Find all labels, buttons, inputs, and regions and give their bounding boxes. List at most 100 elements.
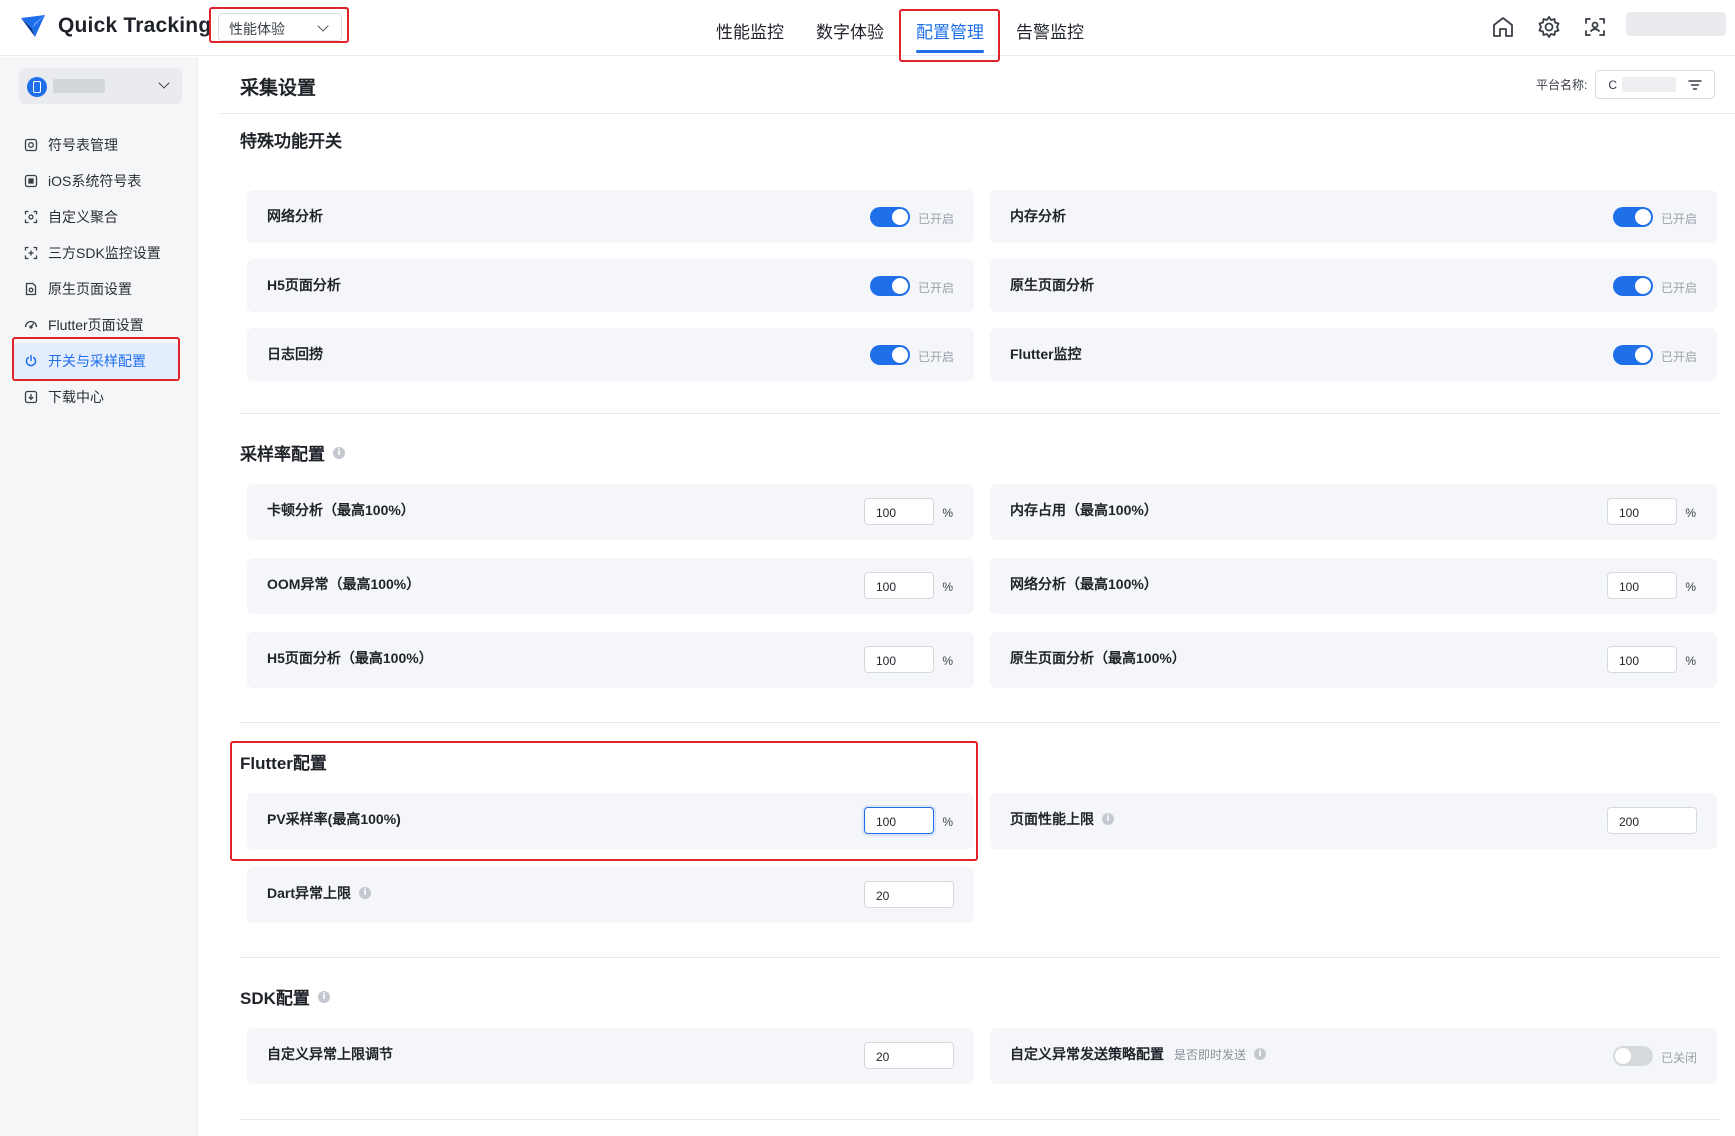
app-name-redacted xyxy=(53,79,105,93)
percent-unit: % xyxy=(1685,580,1696,594)
platform-label: 平台名称: xyxy=(1536,78,1588,92)
sidebar-item-label: 自定义聚合 xyxy=(48,209,118,225)
toggle-knob xyxy=(892,278,908,294)
sdk-strategy-label: 自定义异常发送策略配置 是否即时发送 i xyxy=(1010,1044,1267,1064)
platform-filter: 平台名称: C xyxy=(1536,70,1716,99)
page-limit-input[interactable]: 200 xyxy=(1607,807,1697,834)
platform-value-redacted xyxy=(1622,77,1677,92)
aggregate-icon xyxy=(24,210,38,224)
sampling-card-network: 网络分析（最高100%） 100 % xyxy=(990,558,1717,614)
switch-label: 日志回捞 xyxy=(267,346,323,362)
gear-icon[interactable] xyxy=(1536,14,1562,40)
flutter-monitor-toggle[interactable] xyxy=(1613,345,1653,365)
sidebar-item-flutter-page[interactable]: Flutter页面设置 xyxy=(14,307,178,343)
send-strategy-toggle[interactable] xyxy=(1613,1046,1653,1066)
network-rate-input[interactable]: 100 xyxy=(1607,572,1677,599)
toggle-status: 已开启 xyxy=(917,350,954,364)
network-analysis-toggle[interactable] xyxy=(870,207,910,227)
app-name: Quick Tracking xyxy=(58,14,212,37)
sidebar-item-label: 原生页面设置 xyxy=(48,281,132,297)
percent-unit: % xyxy=(942,654,953,668)
sidebar-item-third-party-sdk[interactable]: 三方SDK监控设置 xyxy=(14,235,178,271)
switch-label: 网络分析 xyxy=(267,208,323,224)
product-select[interactable]: 性能体验 xyxy=(218,13,342,41)
native-page-analysis-toggle[interactable] xyxy=(1613,276,1653,296)
logo-icon xyxy=(21,15,45,37)
top-bar: Quick Tracking 性能体验 性能监控 数字体验 配置管理 告警监控 xyxy=(0,0,1735,56)
user-avatar[interactable] xyxy=(1626,12,1726,36)
sidebar-menu: 符号表管理 iOS系统符号表 自定义聚合 三方SDK监控设置 原生页面设置 Fl… xyxy=(14,127,178,415)
toggle-knob xyxy=(1615,1048,1631,1064)
sampling-card-native: 原生页面分析（最高100%） 100 % xyxy=(990,632,1717,688)
info-icon[interactable]: i xyxy=(1102,813,1114,825)
flutter-pv-label: PV采样率(最高100%) xyxy=(267,811,401,827)
h5-rate-input[interactable]: 100 xyxy=(864,646,934,673)
section-divider xyxy=(240,1119,1720,1120)
info-icon[interactable]: i xyxy=(317,990,330,1003)
scan-icon[interactable] xyxy=(1582,14,1608,40)
switch-card-memory: 内存分析 已开启 xyxy=(990,190,1717,243)
sidebar-item-native-page[interactable]: 原生页面设置 xyxy=(14,271,178,307)
jank-rate-input[interactable]: 100 xyxy=(864,498,934,525)
sampling-card-h5: H5页面分析（最高100%） 100 % xyxy=(247,632,974,688)
sidebar: 符号表管理 iOS系统符号表 自定义聚合 三方SDK监控设置 原生页面设置 Fl… xyxy=(0,57,198,1136)
switch-label: Flutter监控 xyxy=(1010,346,1082,362)
flutter-card-pv: PV采样率(最高100%) 100 % xyxy=(247,793,974,849)
sampling-label: 卡顿分析（最高100%） xyxy=(267,502,415,518)
sidebar-item-label: 三方SDK监控设置 xyxy=(48,245,161,261)
sampling-card-memory: 内存占用（最高100%） 100 % xyxy=(990,484,1717,540)
app-icon xyxy=(27,77,47,97)
dart-limit-input[interactable]: 20 xyxy=(864,881,954,908)
toggle-knob xyxy=(1635,278,1651,294)
app-select[interactable] xyxy=(19,68,182,104)
nav-alert-monitor[interactable]: 告警监控 xyxy=(1000,0,1100,56)
switch-card-flutter: Flutter监控 已开启 xyxy=(990,328,1717,381)
logo[interactable]: Quick Tracking xyxy=(18,10,211,42)
h5-page-analysis-toggle[interactable] xyxy=(870,276,910,296)
sampling-label: H5页面分析（最高100%） xyxy=(267,650,433,666)
section-title-flutter: Flutter配置 xyxy=(240,749,327,774)
section-title-text: Flutter配置 xyxy=(240,754,327,773)
sdk-card-custom-limit: 自定义异常上限调节 20 xyxy=(247,1028,974,1084)
download-icon xyxy=(24,390,38,404)
platform-value: C xyxy=(1608,78,1618,92)
platform-select[interactable]: C xyxy=(1595,70,1716,99)
toggle-status: 已开启 xyxy=(917,212,954,226)
sdk-card-send-strategy: 自定义异常发送策略配置 是否即时发送 i 已关闭 xyxy=(990,1028,1717,1084)
percent-unit: % xyxy=(942,506,953,520)
switch-label: 原生页面分析 xyxy=(1010,277,1094,293)
info-icon[interactable]: i xyxy=(1254,1048,1267,1060)
native-rate-input[interactable]: 100 xyxy=(1607,646,1677,673)
section-title-sampling: 采样率配置 i xyxy=(240,440,345,465)
flutter-icon xyxy=(24,320,38,329)
sidebar-item-custom-aggregation[interactable]: 自定义聚合 xyxy=(14,199,178,235)
switch-card-network: 网络分析 已开启 xyxy=(247,190,974,243)
info-icon[interactable]: i xyxy=(359,887,372,899)
info-icon[interactable]: i xyxy=(333,446,345,459)
sidebar-item-symbol-table[interactable]: 符号表管理 xyxy=(14,127,178,163)
nav-digital-experience[interactable]: 数字体验 xyxy=(800,0,900,56)
flutter-dart-label: Dart异常上限 i xyxy=(267,883,372,903)
nav-performance[interactable]: 性能监控 xyxy=(700,0,800,56)
oom-rate-input[interactable]: 100 xyxy=(864,572,934,599)
log-retrieval-toggle[interactable] xyxy=(870,345,910,365)
main-content: 采集设置 平台名称: C 特殊功能开关 网络分析 已开启 内存分析 已开启 H5… xyxy=(220,57,1735,1136)
switch-card-log: 日志回捞 已开启 xyxy=(247,328,974,381)
memory-rate-input[interactable]: 100 xyxy=(1607,498,1677,525)
filter-icon[interactable] xyxy=(1688,79,1703,91)
sidebar-item-label: 开关与采样配置 xyxy=(48,353,146,369)
pv-rate-input[interactable]: 100 xyxy=(864,807,934,834)
sampling-label: 网络分析（最高100%） xyxy=(1010,576,1158,592)
sidebar-item-ios-symbol-table[interactable]: iOS系统符号表 xyxy=(14,163,178,199)
toggle-status: 已关闭 xyxy=(1660,1051,1697,1065)
product-select-value: 性能体验 xyxy=(229,21,285,37)
custom-limit-input[interactable]: 20 xyxy=(864,1042,954,1069)
nav-config-management[interactable]: 配置管理 xyxy=(900,0,1000,56)
sidebar-item-download-center[interactable]: 下载中心 xyxy=(14,379,178,415)
memory-analysis-toggle[interactable] xyxy=(1613,207,1653,227)
home-icon[interactable] xyxy=(1490,14,1516,40)
section-title-sdk: SDK配置 i xyxy=(240,984,330,1009)
sidebar-item-label: Flutter页面设置 xyxy=(48,317,144,333)
flutter-card-dart: Dart异常上限 i 20 xyxy=(247,867,974,923)
sidebar-item-switch-sampling[interactable]: 开关与采样配置 xyxy=(14,343,178,379)
